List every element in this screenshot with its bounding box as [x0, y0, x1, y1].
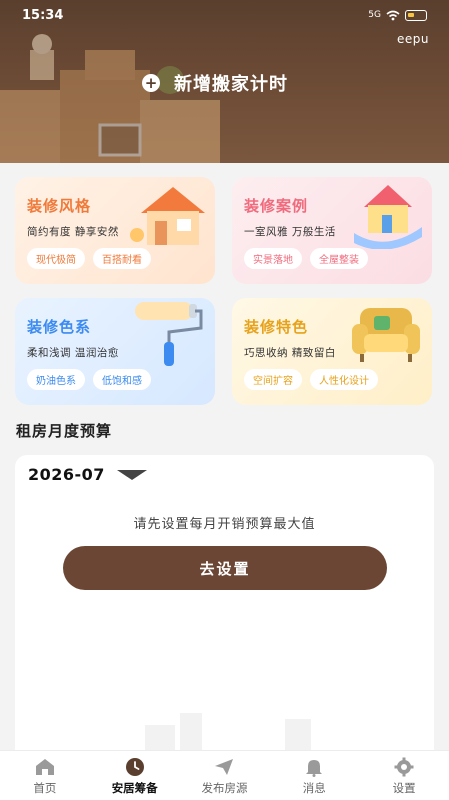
bottom-tab-bar: 首页 安居筹备 发布房源 消息 设置 [0, 750, 449, 800]
house-in-hand-icon [354, 185, 422, 249]
paint-roller-icon [135, 302, 203, 366]
month-value: 2026-07 [28, 465, 105, 484]
card-decor-case[interactable]: 装修案例 一室风雅 万般生活 实景落地 全屋整装 [232, 177, 432, 284]
tab-settings[interactable]: 设置 [359, 751, 449, 800]
card-tag: 奶油色系 [27, 369, 85, 390]
add-timer-label: 新增搬家计时 [174, 74, 288, 95]
clock-icon [125, 758, 144, 776]
battery-icon [405, 9, 427, 21]
card-tag: 人性化设计 [310, 369, 378, 390]
tab-post-listing[interactable]: 发布房源 [180, 751, 270, 800]
card-tag: 现代极简 [27, 248, 85, 269]
budget-hint: 请先设置每月开销预算最大值 [133, 517, 316, 532]
status-bar: 15:34 5G [0, 0, 449, 30]
tab-label: 发布房源 [201, 781, 248, 795]
tab-label: 设置 [392, 781, 416, 795]
status-time: 15:34 [22, 7, 64, 23]
house-icon [130, 187, 205, 245]
card-decor-feature[interactable]: 装修特色 巧思收纳 精致留白 空间扩容 人性化设计 [232, 298, 432, 405]
header-banner: 15:34 5G eepu + 新增搬家计时 [0, 0, 449, 163]
network-label: 5G [368, 10, 381, 20]
plus-icon: + [142, 74, 160, 92]
tab-home-prep[interactable]: 安居筹备 [90, 751, 180, 800]
city-skyline-illustration [145, 713, 311, 755]
status-indicators: 5G [368, 9, 427, 21]
tab-messages[interactable]: 消息 [269, 751, 359, 800]
card-tag: 低饱和感 [93, 369, 151, 390]
tab-home[interactable]: 首页 [0, 751, 90, 800]
go-setup-button[interactable]: 去设置 [63, 546, 387, 590]
add-moving-timer-button[interactable]: + 新增搬家计时 [142, 70, 288, 96]
tab-label: 首页 [33, 781, 57, 795]
card-tag: 全屋整装 [310, 248, 368, 269]
card-tag: 实景落地 [244, 248, 302, 269]
home-icon [35, 759, 54, 775]
month-selector[interactable]: 2026-07 [28, 465, 147, 484]
gear-icon [394, 757, 414, 777]
wifi-icon [386, 10, 400, 20]
bell-icon [306, 760, 323, 777]
card-tag: 空间扩容 [244, 369, 302, 390]
card-tag: 百搭耐看 [93, 248, 151, 269]
moving-boxes-illustration [0, 34, 220, 163]
armchair-icon [352, 308, 420, 362]
tab-label: 安居筹备 [111, 781, 158, 795]
budget-panel: 2026-07 请先设置每月开销预算最大值 去设置 [15, 455, 434, 800]
card-decor-style[interactable]: 装修风格 简约有度 静享安然 现代极简 百搭耐看 [15, 177, 215, 284]
caret-down-icon [116, 469, 147, 480]
card-decor-color[interactable]: 装修色系 柔和浅调 温润治愈 奶油色系 低饱和感 [15, 298, 215, 405]
tab-label: 消息 [302, 781, 326, 795]
brand-label: eepu [397, 32, 429, 46]
rent-budget-title: 租房月度预算 [16, 422, 113, 440]
send-icon [215, 759, 234, 775]
